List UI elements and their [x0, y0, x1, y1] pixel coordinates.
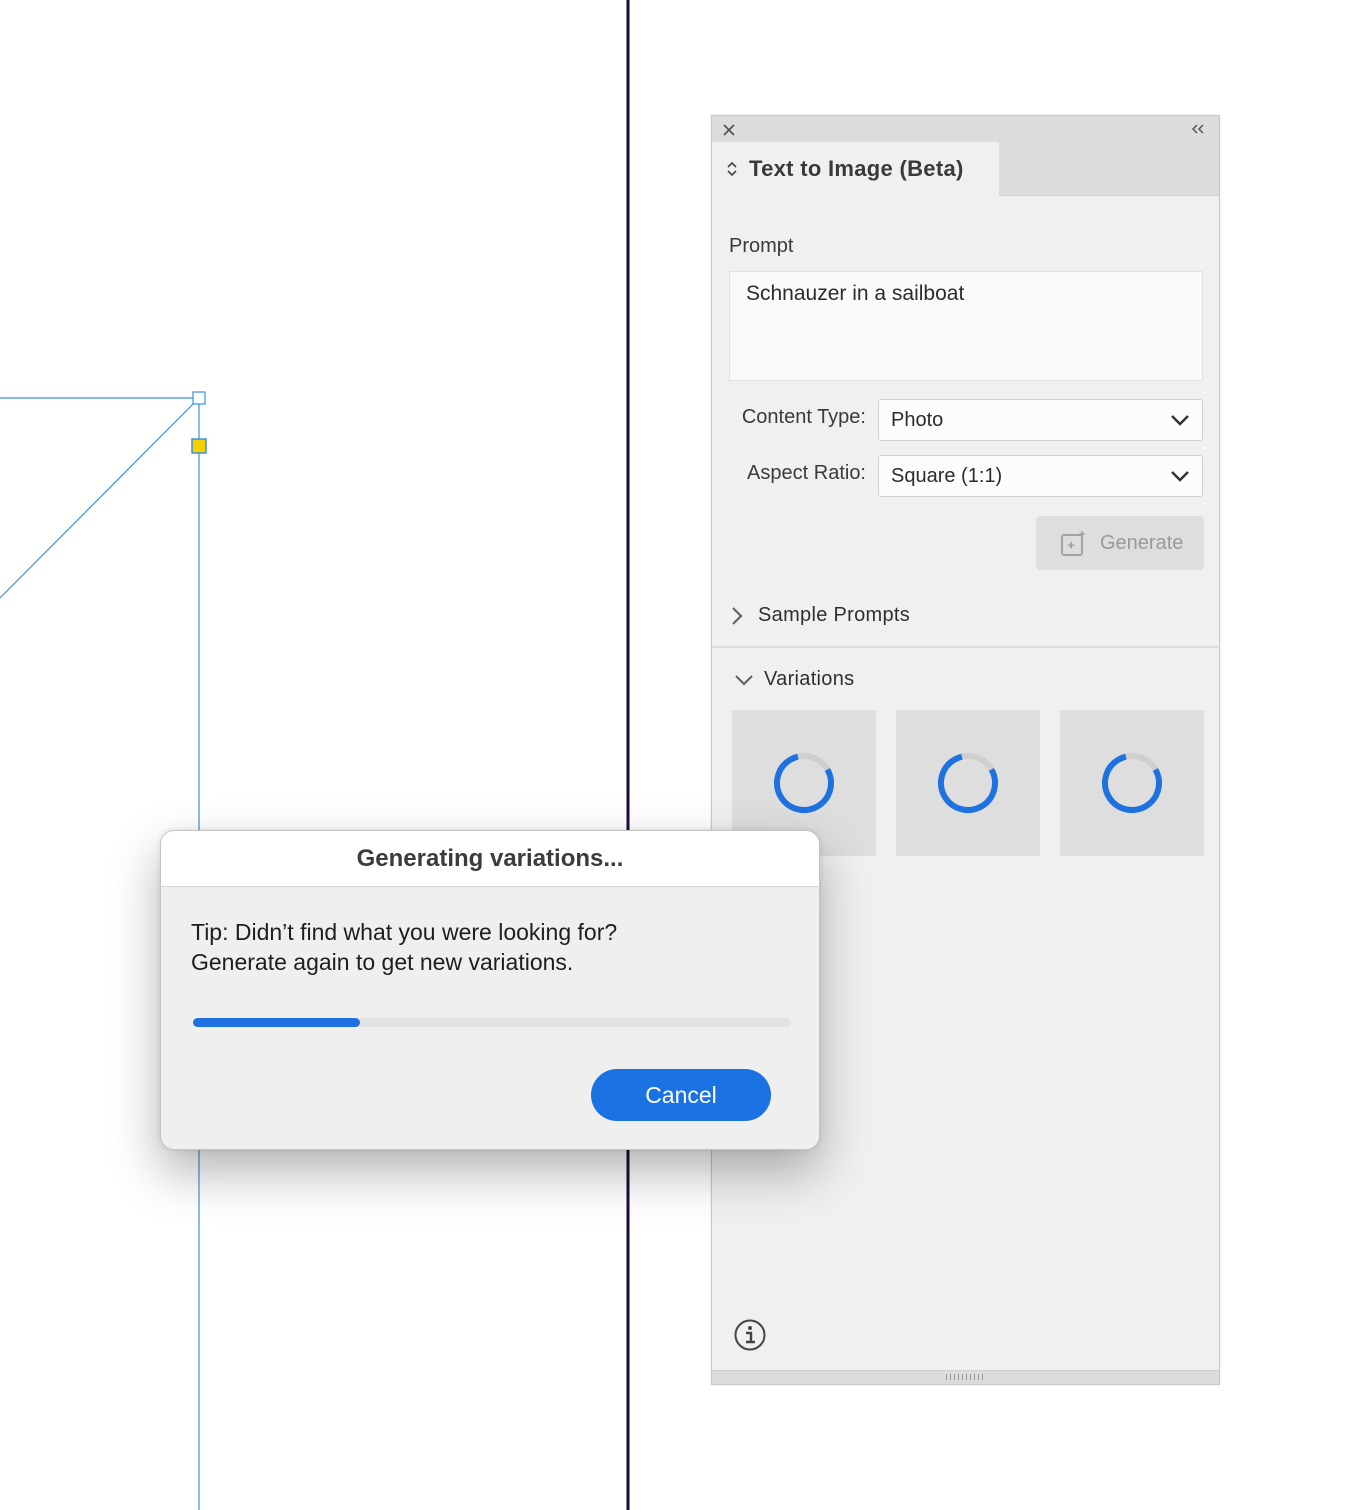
- spinner-icon: [1102, 753, 1162, 813]
- close-icon[interactable]: [721, 122, 737, 138]
- progress-dialog: Generating variations... Tip: Didn’t fin…: [160, 830, 820, 1150]
- generate-label: Generate: [1100, 531, 1184, 554]
- aspect-ratio-label: Aspect Ratio:: [747, 462, 866, 484]
- progress-fill: [193, 1018, 361, 1027]
- panel-resize-bar: [712, 1370, 1219, 1384]
- spinner-icon: [774, 753, 834, 813]
- dialog-tip: Tip: Didn’t find what you were looking f…: [191, 917, 617, 977]
- variation-tile[interactable]: [896, 710, 1040, 856]
- updown-icon: [727, 161, 737, 177]
- section-divider: [712, 646, 1219, 648]
- selected-path-diagonal: [0, 397, 200, 599]
- chevron-down-icon: [735, 674, 753, 686]
- chevron-down-icon: [1171, 415, 1189, 426]
- dialog-title: Generating variations...: [161, 831, 819, 887]
- content-type-select[interactable]: Photo: [878, 399, 1203, 441]
- prompt-label: Prompt: [729, 235, 794, 257]
- collapse-icon[interactable]: [1189, 121, 1207, 137]
- sample-prompts-label: Sample Prompts: [758, 604, 911, 626]
- resize-grip[interactable]: [946, 1374, 986, 1380]
- sample-prompts-toggle[interactable]: Sample Prompts: [730, 604, 910, 627]
- variations-toggle[interactable]: Variations: [734, 668, 854, 691]
- tab-title: Text to Image (Beta): [749, 156, 964, 181]
- content-type-value: Photo: [891, 409, 944, 431]
- text-to-image-panel: Text to Image (Beta) Prompt Schnauzer in…: [711, 115, 1220, 1385]
- generate-image-icon: [1061, 530, 1086, 556]
- path-anchor-point[interactable]: [192, 391, 206, 405]
- tip-line-1: Tip: Didn’t find what you were looking f…: [191, 919, 618, 945]
- panel-tabstrip: Text to Image (Beta): [712, 142, 1219, 196]
- prompt-input[interactable]: Schnauzer in a sailboat: [729, 271, 1203, 381]
- progress-bar: [193, 1018, 791, 1027]
- chevron-down-icon: [1171, 471, 1189, 482]
- aspect-ratio-value: Square (1:1): [891, 465, 1003, 487]
- info-icon[interactable]: [733, 1318, 767, 1352]
- panel-title-bar: [712, 116, 1219, 142]
- chevron-right-icon: [732, 606, 743, 625]
- spinner-icon: [938, 753, 998, 813]
- content-type-label: Content Type:: [741, 406, 866, 428]
- cancel-button[interactable]: Cancel: [591, 1069, 771, 1121]
- tip-line-2: Generate again to get new variations.: [191, 949, 574, 975]
- generate-button[interactable]: Generate: [1036, 516, 1204, 570]
- path-anchor-selected[interactable]: [191, 438, 207, 454]
- tab-text-to-image[interactable]: Text to Image (Beta): [712, 142, 999, 196]
- aspect-ratio-select[interactable]: Square (1:1): [878, 455, 1203, 497]
- variation-tile[interactable]: [1060, 710, 1204, 856]
- variations-label: Variations: [764, 668, 855, 690]
